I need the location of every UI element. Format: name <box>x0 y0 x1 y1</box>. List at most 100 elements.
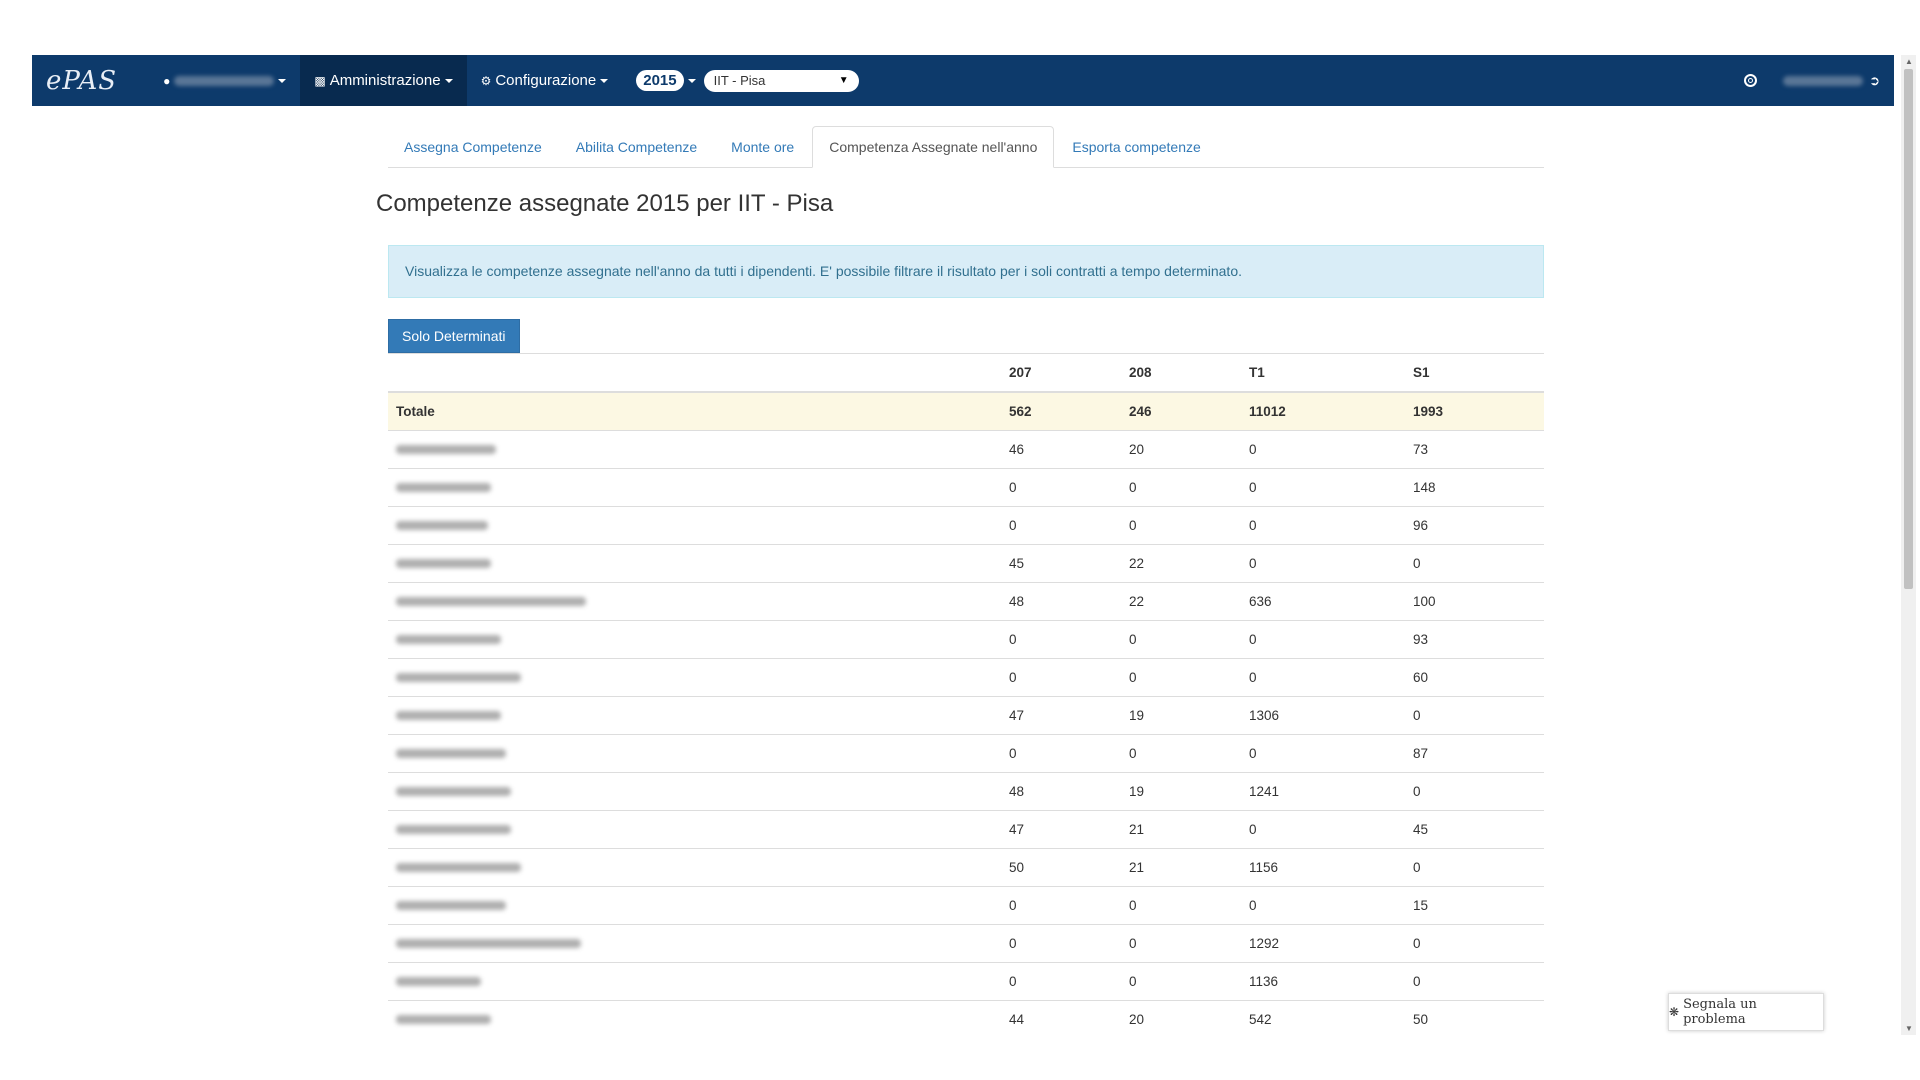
employee-name-blurred[interactable] <box>388 582 1001 621</box>
table-cell: 0 <box>1241 544 1405 583</box>
total-cell: 11012 <box>1241 391 1405 431</box>
column-header-t1: T1 <box>1241 353 1405 393</box>
table-cell: 0 <box>1241 506 1405 545</box>
table-row: 48 19 1241 0 <box>388 772 1544 811</box>
table-cell: 1156 <box>1241 848 1405 887</box>
table-cell: 0 <box>1001 734 1121 773</box>
column-header-s1: S1 <box>1405 353 1544 393</box>
account-menu[interactable]: ➲ <box>1783 73 1880 89</box>
employee-name-blurred[interactable] <box>388 962 1001 1001</box>
total-row: Totale 562 246 11012 1993 <box>388 391 1544 431</box>
total-cell: 1993 <box>1405 391 1544 431</box>
navbar-right: ➲ <box>1744 73 1894 89</box>
config-menu[interactable]: ⚙ Configurazione <box>467 55 623 106</box>
top-navbar: ePAS ● ▩ Amministrazione ⚙ Configurazion… <box>32 55 1894 106</box>
table-row: 0 0 0 93 <box>388 620 1544 659</box>
table-cell: 47 <box>1001 696 1121 735</box>
employee-name-blurred[interactable] <box>388 696 1001 735</box>
employee-name-blurred[interactable] <box>388 772 1001 811</box>
report-problem-button[interactable]: ❋ Segnala un problema <box>1668 993 1824 1031</box>
user-icon: ● <box>163 73 171 88</box>
blurred-text <box>396 673 521 682</box>
blurred-text <box>396 597 586 606</box>
employee-name-blurred[interactable] <box>388 658 1001 697</box>
table-header-row: 207 208 T1 S1 <box>388 353 1544 393</box>
employee-name-blurred[interactable] <box>388 734 1001 773</box>
tab-monte-ore[interactable]: Monte ore <box>715 127 810 167</box>
column-header-name <box>388 353 1001 393</box>
total-cell: 562 <box>1001 391 1121 431</box>
table-cell: 0 <box>1121 886 1241 925</box>
lifebuoy-icon[interactable] <box>1744 74 1758 87</box>
table-row: 0 0 1292 0 <box>388 924 1544 963</box>
tab-competenza-assegnate[interactable]: Competenza Assegnate nell'anno <box>812 126 1055 168</box>
table-cell: 1292 <box>1241 924 1405 963</box>
table-cell: 0 <box>1405 544 1544 583</box>
table-cell: 0 <box>1001 658 1121 697</box>
employee-name-blurred[interactable] <box>388 430 1001 469</box>
admin-menu[interactable]: ▩ Amministrazione <box>300 55 467 106</box>
table-row: 50 21 1156 0 <box>388 848 1544 887</box>
employee-name-blurred[interactable] <box>388 468 1001 507</box>
table-cell: 0 <box>1121 468 1241 507</box>
scroll-up-icon[interactable]: ▲ <box>1905 57 1913 66</box>
table-cell: 0 <box>1001 506 1121 545</box>
brand-logo[interactable]: ePAS <box>32 66 149 96</box>
table-cell: 93 <box>1405 620 1544 659</box>
office-select[interactable]: IIT - Pisa ▼ <box>703 69 859 92</box>
table-cell: 21 <box>1121 810 1241 849</box>
table-row: 0 0 0 60 <box>388 658 1544 697</box>
total-label: Totale <box>388 391 1001 431</box>
blurred-text <box>396 1015 491 1024</box>
table-cell: 0 <box>1241 468 1405 507</box>
employee-name-blurred[interactable] <box>388 544 1001 583</box>
table-cell: 0 <box>1405 924 1544 963</box>
table-cell: 542 <box>1241 1000 1405 1038</box>
year-chevron-down-icon[interactable] <box>687 78 696 83</box>
admin-menu-label: Amministrazione <box>329 72 441 89</box>
tab-abilita-competenze[interactable]: Abilita Competenze <box>560 127 713 167</box>
scroll-down-icon[interactable]: ▼ <box>1905 1024 1913 1033</box>
table-row: 46 20 0 73 <box>388 430 1544 469</box>
employee-name-blurred[interactable] <box>388 886 1001 925</box>
employee-name-blurred[interactable] <box>388 506 1001 545</box>
table-cell: 0 <box>1405 772 1544 811</box>
employee-name-blurred[interactable] <box>388 1000 1001 1038</box>
table-cell: 0 <box>1241 810 1405 849</box>
table-cell: 0 <box>1241 620 1405 659</box>
blurred-text <box>396 711 501 720</box>
employee-name-blurred[interactable] <box>388 848 1001 887</box>
info-alert: Visualizza le competenze assegnate nell'… <box>388 245 1544 298</box>
logout-icon: ➲ <box>1869 72 1880 88</box>
table-cell: 22 <box>1121 544 1241 583</box>
year-selector[interactable]: 2015 <box>636 70 684 91</box>
table-cell: 87 <box>1405 734 1544 773</box>
table-cell: 0 <box>1001 468 1121 507</box>
tab-assegna-competenze[interactable]: Assegna Competenze <box>388 127 558 167</box>
competence-tabs: Assegna Competenze Abilita Competenze Mo… <box>388 126 1544 168</box>
blurred-text <box>396 483 491 492</box>
table-row: 0 0 0 87 <box>388 734 1544 773</box>
account-name-blurred <box>1783 75 1864 86</box>
table-cell: 47 <box>1001 810 1121 849</box>
scroll-thumb[interactable] <box>1904 69 1913 589</box>
table-row: 48 22 636 100 <box>388 582 1544 621</box>
page-scrollbar[interactable]: ▲ ▼ <box>1901 55 1916 1035</box>
page-title: Competenze assegnate 2015 per IIT - Pisa <box>376 190 834 217</box>
table-cell: 0 <box>1121 924 1241 963</box>
gear-icon: ⚙ <box>480 73 492 88</box>
bug-icon: ❋ <box>1669 1005 1680 1019</box>
table-cell: 19 <box>1121 772 1241 811</box>
table-row: 0 0 0 96 <box>388 506 1544 545</box>
tab-esporta-competenze[interactable]: Esporta competenze <box>1056 127 1216 167</box>
employee-name-blurred[interactable] <box>388 620 1001 659</box>
table-cell: 0 <box>1121 962 1241 1001</box>
user-menu[interactable]: ● <box>149 55 300 106</box>
employee-name-blurred[interactable] <box>388 924 1001 963</box>
table-cell: 636 <box>1241 582 1405 621</box>
solo-determinati-button[interactable]: Solo Determinati <box>388 319 520 353</box>
table-cell: 0 <box>1241 734 1405 773</box>
employee-name-blurred[interactable] <box>388 810 1001 849</box>
table-cell: 45 <box>1405 810 1544 849</box>
table-cell: 44 <box>1001 1000 1121 1038</box>
